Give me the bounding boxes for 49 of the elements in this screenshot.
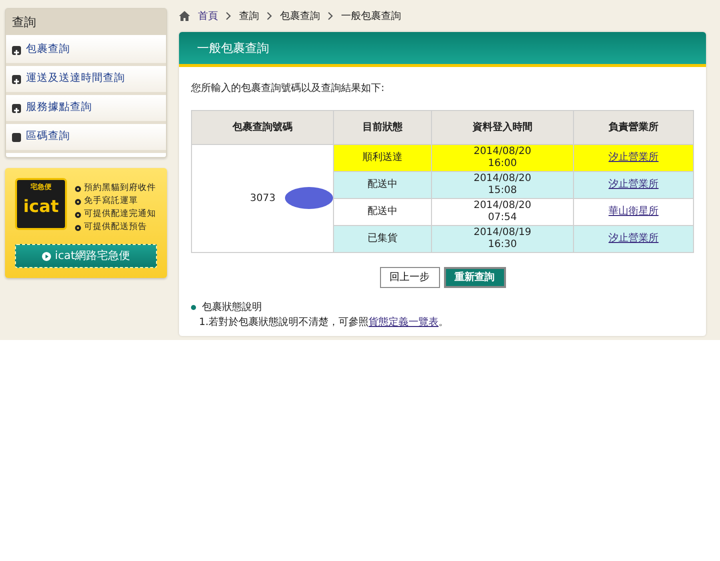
breadcrumb-item: 包裹查詢 — [280, 10, 320, 24]
datetime-cell: 2014/08/20 15:08 — [431, 172, 574, 198]
feature-text: 免手寫託運單 — [84, 195, 138, 208]
datetime-cell: 2014/08/20 16:00 — [431, 144, 574, 172]
status-cell: 配送中 — [334, 198, 432, 226]
datetime-cell: 2014/08/19 16:30 — [431, 226, 574, 252]
bullet-icon — [75, 212, 81, 218]
breadcrumb-link[interactable]: 首頁 — [198, 8, 218, 24]
bullet-icon — [75, 224, 81, 230]
chevron-icon — [226, 12, 231, 20]
office-link[interactable]: 汐止營業所 — [608, 152, 659, 163]
column-header: 目前狀態 — [334, 110, 432, 144]
redaction-scribble — [284, 184, 334, 210]
sidebar-item[interactable]: 服務據點查詢 — [6, 95, 166, 124]
status-cell: 配送中 — [334, 172, 432, 198]
feature-text: 預約黑貓到府收件 — [84, 182, 156, 195]
office-link[interactable]: 汐止營業所 — [608, 233, 659, 244]
datetime-cell: 2014/08/20 07:54 — [431, 198, 574, 226]
status-cell: 順利送達 — [334, 144, 432, 172]
feature-text: 可提供配送預告 — [84, 221, 147, 234]
sidebar-item[interactable]: 包裹查詢 — [6, 37, 166, 66]
bullet-icon — [75, 186, 81, 192]
notes-title: 包裹狀態說明 — [202, 300, 262, 315]
definition-link[interactable]: 貨態定義一覽表 — [368, 317, 439, 328]
panel-title: 一般包裹查詢 — [179, 32, 706, 67]
play-icon — [42, 252, 51, 260]
home-icon — [179, 11, 190, 21]
sidebar-title: 查詢 — [6, 9, 166, 37]
search-again-button[interactable]: 重新查詢 — [444, 267, 506, 288]
intro-text: 您所輸入的包裹查詢號碼以及查詢結果如下: — [191, 82, 386, 96]
tracking-number-cell: 3073 — [192, 144, 334, 252]
sidebar-item[interactable]: 區碼查詢 — [6, 124, 166, 153]
chevron-icon — [328, 12, 333, 20]
column-header: 資料登入時間 — [431, 110, 574, 144]
column-header: 包裹查詢號碼 — [192, 110, 334, 144]
breadcrumb-item: 一般包裹查詢 — [341, 10, 401, 24]
back-button[interactable]: 回上一步 — [380, 267, 440, 288]
sidebar-item[interactable]: 運送及送達時間查詢 — [6, 66, 166, 95]
bullet-icon — [75, 198, 81, 204]
office-link[interactable]: 汐止營業所 — [608, 179, 659, 190]
status-cell: 已集貨 — [334, 226, 432, 252]
bullet-icon — [191, 305, 196, 310]
chevron-icon — [267, 12, 272, 20]
column-header: 負責營業所 — [574, 110, 694, 144]
feature-text: 可提供配達完通知 — [84, 208, 156, 221]
notes-text: 1.若對於包裹狀態說明不清楚，可參照貨態定義一覽表。 — [198, 316, 450, 330]
icat-button[interactable]: icat網路宅急便 — [15, 244, 157, 268]
breadcrumb-item: 查詢 — [239, 10, 259, 24]
office-link[interactable]: 華山衛星所 — [608, 206, 659, 217]
